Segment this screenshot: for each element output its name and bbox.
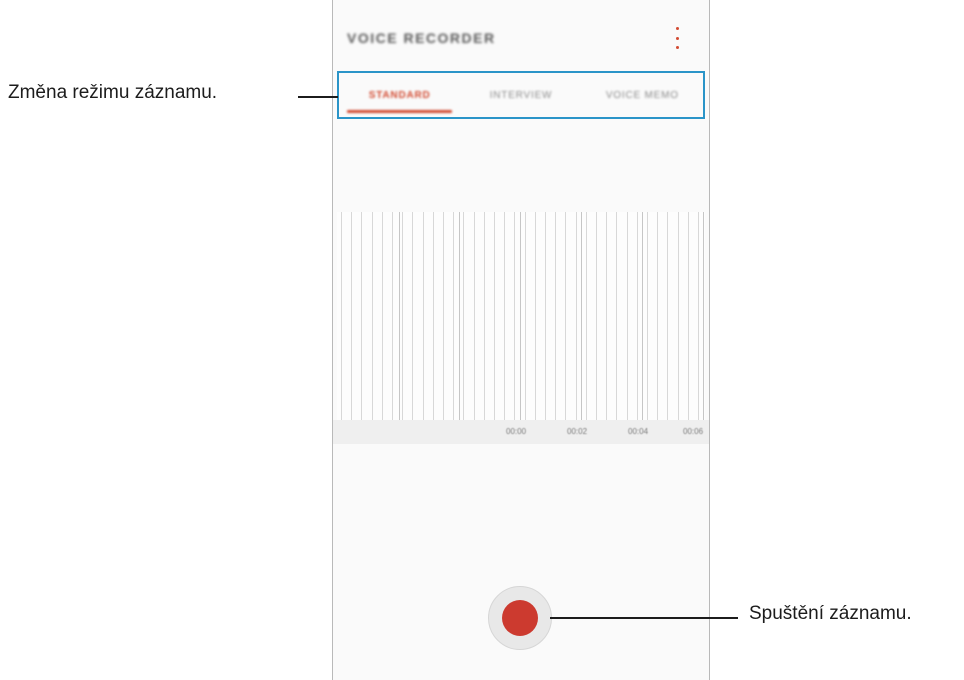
phone-screen: VOICE RECORDER STANDARD INTERVIEW VOICE …: [332, 0, 710, 680]
waveform-grid-line: [392, 212, 393, 420]
waveform-grid-line: [494, 212, 495, 420]
waveform-grid-line: [382, 212, 383, 420]
waveform-grid-line: [667, 212, 668, 420]
tab-label: VOICE MEMO: [605, 89, 679, 101]
callout-mode-line: [298, 96, 338, 98]
waveform-grid-line: [627, 212, 628, 420]
waveform-grid-line: [698, 212, 699, 420]
waveform-grid-major-line: [581, 212, 582, 420]
waveform-grid-line: [555, 212, 556, 420]
record-button[interactable]: [488, 586, 552, 650]
waveform-grid-line: [484, 212, 485, 420]
waveform-grid-line: [565, 212, 566, 420]
timeline-label: 00:06: [683, 427, 704, 436]
waveform-grid-line: [525, 212, 526, 420]
waveform-grid-line: [341, 212, 342, 420]
waveform-grid-major-line: [520, 212, 521, 420]
callout-record-line: [550, 617, 738, 619]
waveform-grid-line: [474, 212, 475, 420]
waveform-grid-line: [535, 212, 536, 420]
waveform-grid-line: [351, 212, 352, 420]
timeline-label: 00:04: [628, 427, 649, 436]
waveform-grid-line: [606, 212, 607, 420]
waveform-grid-line: [637, 212, 638, 420]
tab-label: STANDARD: [368, 89, 431, 101]
waveform-grid-line: [657, 212, 658, 420]
waveform-grid-line: [453, 212, 454, 420]
waveform-grid-line: [545, 212, 546, 420]
waveform-grid-line: [504, 212, 505, 420]
waveform-grid-line: [423, 212, 424, 420]
waveform-grid-major-line: [703, 212, 704, 420]
recording-mode-tabs: STANDARD INTERVIEW VOICE MEMO: [337, 71, 705, 119]
menu-dot: [675, 46, 679, 49]
waveform-grid-line: [596, 212, 597, 420]
callout-mode: Změna režimu záznamu.: [8, 82, 218, 103]
waveform-grid-major-line: [459, 212, 460, 420]
record-icon: [502, 600, 538, 636]
waveform-grid-line: [433, 212, 434, 420]
waveform-grid-line: [678, 212, 679, 420]
menu-dot: [675, 27, 679, 30]
waveform-grid-line: [372, 212, 373, 420]
timeline-label: 00:00: [506, 427, 527, 436]
timeline-strip: 00:00 00:02 00:04 00:06: [333, 420, 709, 444]
callout-record: Spuštění záznamu.: [749, 603, 912, 624]
tab-interview[interactable]: INTERVIEW: [460, 73, 581, 117]
waveform-grid-line: [688, 212, 689, 420]
waveform-grid-line: [412, 212, 413, 420]
waveform-grid-line: [402, 212, 403, 420]
waveform-grid-line: [647, 212, 648, 420]
tab-standard[interactable]: STANDARD: [339, 73, 460, 117]
timeline-label: 00:02: [567, 427, 588, 436]
waveform-grid-major-line: [642, 212, 643, 420]
menu-dot: [675, 36, 679, 40]
app-title: VOICE RECORDER: [347, 30, 496, 46]
waveform-grid-line: [514, 212, 515, 420]
tab-label: INTERVIEW: [489, 89, 553, 101]
waveform-grid-major-line: [399, 212, 400, 420]
waveform-grid-line: [361, 212, 362, 420]
waveform-grid-line: [443, 212, 444, 420]
waveform-grid-line: [463, 212, 464, 420]
tab-voice-memo[interactable]: VOICE MEMO: [582, 73, 703, 117]
waveform-grid-line: [616, 212, 617, 420]
active-tab-indicator: [347, 110, 453, 113]
waveform-grid-line: [576, 212, 577, 420]
more-vert-icon[interactable]: [673, 27, 681, 49]
waveform-area: [337, 212, 705, 420]
waveform-grid-line: [586, 212, 587, 420]
